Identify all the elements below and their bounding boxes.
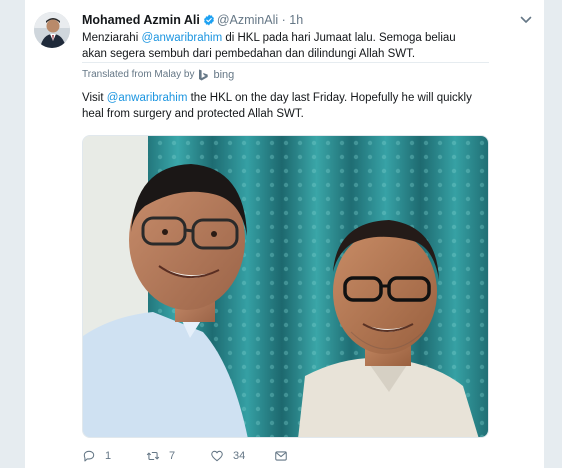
tweet-photo[interactable] (82, 135, 489, 438)
original-text-start: Menziarahi (82, 32, 142, 44)
reply-icon (83, 450, 95, 462)
retweet-button[interactable]: 7 (146, 449, 210, 463)
like-icon (211, 450, 223, 462)
author-avatar[interactable] (34, 12, 70, 48)
retweet-icon (146, 451, 160, 461)
translation-divider (82, 62, 489, 63)
translated-text-start: Visit (82, 92, 107, 104)
translation-attribution: Translated from Malay by bing (82, 68, 234, 82)
direct-message-icon (275, 451, 287, 461)
bing-wordmark: bing (213, 69, 235, 81)
caret-down-icon[interactable] (520, 12, 532, 23)
mention-link[interactable]: @anwaribrahim (141, 32, 222, 44)
retweet-count: 7 (169, 450, 176, 462)
tweet-timestamp[interactable]: 1h (289, 13, 303, 27)
separator-dot: · (281, 13, 286, 27)
author-name[interactable]: Mohamed Azmin Ali (82, 13, 200, 27)
bing-logo-icon (198, 69, 209, 81)
author-handle[interactable]: @AzminAli (217, 13, 278, 27)
tweet-text-original: Menziarahi @anwaribrahim di HKL pada har… (82, 30, 482, 62)
tweet-text-translated: Visit @anwaribrahim the HKL on the day l… (82, 90, 492, 122)
direct-message-button[interactable] (274, 449, 297, 463)
tweet-action-bar: 1 7 34 (82, 448, 482, 464)
translated-label: Translated from Malay by (82, 69, 195, 80)
reply-count: 1 (105, 450, 112, 462)
tweet-header: Mohamed Azmin Ali @AzminAli · 1h (82, 12, 534, 28)
reply-button[interactable]: 1 (82, 449, 146, 463)
like-button[interactable]: 34 (210, 449, 274, 463)
translated-mention-link[interactable]: @anwaribrahim (107, 92, 188, 104)
verified-badge-icon (203, 14, 215, 26)
like-count: 34 (233, 450, 246, 462)
tweet-card[interactable]: Mohamed Azmin Ali @AzminAli · 1h Menziara… (24, 0, 545, 468)
